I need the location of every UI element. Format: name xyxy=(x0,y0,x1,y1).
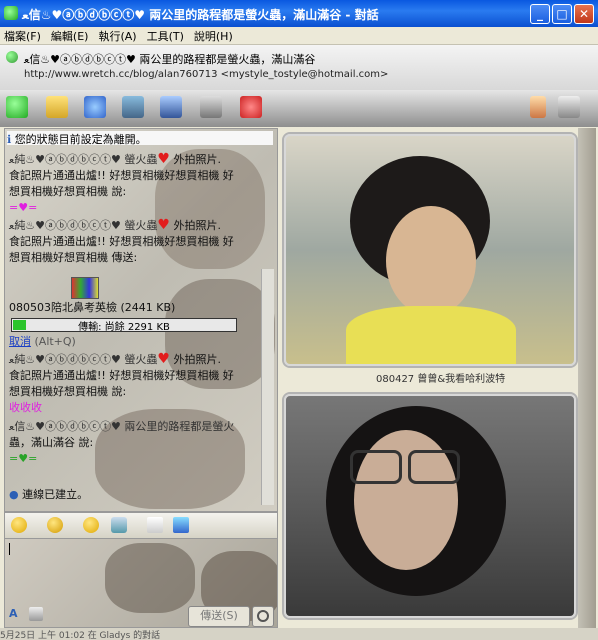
message-text: 外拍照片. xyxy=(173,353,221,366)
glasses-shape xyxy=(350,450,402,484)
message-nick: ﻌ純♨♥ⓐⓑⓓⓑⓒⓣ♥ 螢火蟲 xyxy=(9,153,158,166)
message-nick: ﻌ純♨♥ⓐⓑⓓⓑⓒⓣ♥ 螢火蟲 xyxy=(9,353,158,366)
chat-message: ﻌ純♨♥ⓐⓑⓓⓑⓒⓣ♥ 螢火蟲♥ 外拍照片. 食記照片通通出爐!! 好想買相機好… xyxy=(9,151,271,216)
message-text: 想買相機好想買相機 說: xyxy=(9,185,127,198)
nudge-icon[interactable] xyxy=(83,517,99,533)
remote-webcam-video[interactable] xyxy=(284,134,576,366)
title-bar: ﻌ信♨♥ⓐⓑⓓⓑⓒⓣ♥ 兩公里的路程都是螢火蟲，滿山滿谷 - 對話 _ □ ✕ xyxy=(0,0,598,27)
window-title: ﻌ信♨♥ⓐⓑⓓⓑⓒⓣ♥ 兩公里的路程都是螢火蟲，滿山滿谷 - 對話 xyxy=(22,8,379,22)
display-picture-pane xyxy=(578,128,596,628)
info-icon: ● xyxy=(9,488,19,501)
menu-edit[interactable]: 編輯(E) xyxy=(47,27,95,44)
message-text: 外拍照片. xyxy=(173,219,221,232)
message-deco: =♥= xyxy=(9,201,38,214)
transfer-progress: 傳輸: 尚餘 2291 KB xyxy=(11,318,237,333)
block-icon[interactable] xyxy=(240,96,262,118)
contact-info[interactable]: http://www.wretch.cc/blog/alan760713 <my… xyxy=(24,69,388,80)
cancel-link[interactable]: 取消 xyxy=(9,335,31,348)
menu-tools[interactable]: 工具(T) xyxy=(143,27,190,44)
close-button[interactable]: ✕ xyxy=(574,4,594,24)
font-style-icon[interactable]: A xyxy=(9,607,23,621)
message-text: 想買相機好想買相機 傳送: xyxy=(9,251,138,264)
toolbar xyxy=(0,90,598,127)
message-nick: ﻌ信♨♥ⓐⓑⓓⓑⓒⓣ♥ 兩公里的路程都是螢火 xyxy=(9,420,235,433)
contact-status-icon xyxy=(6,51,18,63)
chat-history[interactable]: ℹ 您的狀態目前設定為離開。 ﻌ純♨♥ⓐⓑⓓⓑⓒⓣ♥ 螢火蟲♥ 外拍照片. 食記… xyxy=(4,128,278,512)
status-notice-text: 您的狀態目前設定為離開。 xyxy=(14,133,147,146)
cancel-hint: (Alt+Q) xyxy=(34,335,76,348)
send-button[interactable]: 傳送(S) xyxy=(188,606,250,627)
text-cursor xyxy=(9,543,10,555)
file-name: 080503陪北鼻考英檢 (2441 KB) xyxy=(9,301,176,314)
message-deco: 收收收 xyxy=(9,401,42,414)
messenger-icon xyxy=(4,6,18,20)
games-icon[interactable] xyxy=(200,96,222,118)
local-webcam-video[interactable] xyxy=(284,394,576,618)
more-options-icon[interactable] xyxy=(558,96,580,118)
webcam-icon[interactable] xyxy=(84,96,106,118)
message-text: 食記照片通通出爐!! 好想買相機好想買相機 好 xyxy=(9,369,234,382)
heart-icon: ♥ xyxy=(157,351,170,367)
cancel-row: 取消 (Alt+Q) xyxy=(9,334,271,350)
remote-video-caption: 080427 曾曾&我看哈利波特 xyxy=(376,374,506,385)
search-icon xyxy=(257,610,269,622)
info-icon: ℹ xyxy=(7,133,12,146)
message-text: 蟲，滿山滿谷 說: xyxy=(9,436,94,449)
minimize-button[interactable]: _ xyxy=(530,4,550,24)
shirt-shape xyxy=(346,306,516,364)
message-nick: ﻌ純♨♥ⓐⓑⓓⓑⓒⓣ♥ 螢火蟲 xyxy=(9,219,158,232)
heart-icon: ♥ xyxy=(157,217,170,233)
maximize-button[interactable]: □ xyxy=(552,4,572,24)
message-text: 食記照片通通出爐!! 好想買相機好想買相機 好 xyxy=(9,169,234,182)
menu-file[interactable]: 檔案(F) xyxy=(0,27,47,44)
font-icon[interactable] xyxy=(147,517,163,533)
menu-bar: 檔案(F) 編輯(E) 執行(A) 工具(T) 說明(H) xyxy=(0,27,598,45)
message-text: 想買相機好想買相機 說: xyxy=(9,385,127,398)
conversation-status: 5月25日 上午 01:02 在 Gladys 的對話 xyxy=(0,628,598,640)
contact-header: ﻌ信♨♥ⓐⓑⓓⓑⓒⓣ♥ 兩公里的路程都是螢火蟲，滿山滿谷 http://www.… xyxy=(0,45,598,90)
paintbrush-icon[interactable] xyxy=(530,96,546,118)
search-button[interactable] xyxy=(252,606,274,627)
chat-message: ﻌ純♨♥ⓐⓑⓓⓑⓒⓣ♥ 螢火蟲♥ 外拍照片. 食記照片通通出爐!! 好想買相機好… xyxy=(9,217,271,266)
emoticon-icon[interactable] xyxy=(11,517,27,533)
background-photo xyxy=(105,543,195,613)
menu-help[interactable]: 說明(H) xyxy=(190,27,239,44)
heart-icon: ♥ xyxy=(157,151,170,167)
transfer-label: 傳輸: 尚餘 2291 KB xyxy=(78,322,170,333)
chat-message: ﻌ純♨♥ⓐⓑⓓⓑⓒⓣ♥ 螢火蟲♥ 外拍照片. 食記照片通通出爐!! 好想買相機好… xyxy=(9,351,271,416)
background-icon[interactable] xyxy=(173,517,189,533)
handwriting-icon[interactable] xyxy=(29,607,43,621)
message-deco: =♥= xyxy=(9,452,38,465)
connected-text: 連線已建立。 xyxy=(22,488,89,501)
call-icon[interactable] xyxy=(122,96,144,118)
message-text: 外拍照片. xyxy=(173,153,221,166)
chat-scrollbar[interactable] xyxy=(261,269,274,505)
contact-name: ﻌ信♨♥ⓐⓑⓓⓑⓒⓣ♥ 兩公里的路程都是螢火蟲，滿山滿谷 xyxy=(24,53,316,66)
menu-actions[interactable]: 執行(A) xyxy=(94,27,142,44)
wink-icon[interactable] xyxy=(47,517,63,533)
connected-notice: ● 連線已建立。 xyxy=(9,487,271,503)
voice-clip-icon[interactable] xyxy=(111,517,127,533)
message-text: 食記照片通通出爐!! 好想買相機好想買相機 好 xyxy=(9,235,234,248)
activities-icon[interactable] xyxy=(160,96,182,118)
face-shape xyxy=(386,206,476,316)
chat-message: ﻌ信♨♥ⓐⓑⓓⓑⓒⓣ♥ 兩公里的路程都是螢火 蟲，滿山滿谷 說: =♥= xyxy=(9,419,271,467)
glasses-shape xyxy=(408,450,460,484)
status-notice: ℹ 您的狀態目前設定為離開。 xyxy=(7,131,273,146)
invite-icon[interactable] xyxy=(6,96,28,118)
send-files-icon[interactable] xyxy=(46,96,68,118)
winrar-file-icon xyxy=(71,277,99,299)
format-toolbar xyxy=(4,512,278,539)
